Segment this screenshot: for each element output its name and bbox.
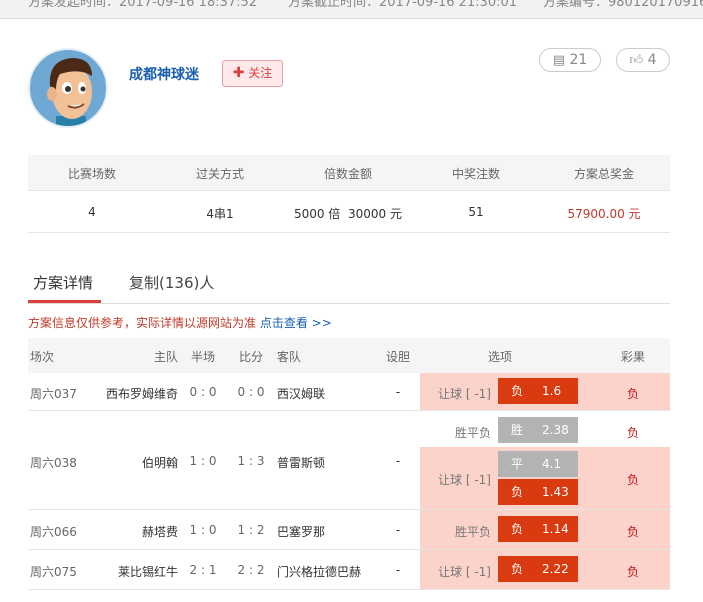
full-score: 2 : 2 xyxy=(237,563,265,577)
banker: - xyxy=(395,523,401,537)
summary-header-cell: 中奖注数 xyxy=(451,167,500,181)
half-score: 1 : 0 xyxy=(189,523,217,537)
th-half: 半场 xyxy=(190,350,215,364)
table-row: 周六075 莱比锡红牛 2 : 1 2 : 2 门兴格拉德巴赫 - 让球 [ -… xyxy=(28,550,670,590)
full-score: 1 : 3 xyxy=(237,454,265,468)
summary-row: 4 4串1 5000 倍 30000 元 51 57900.00 元 xyxy=(28,190,670,233)
notice: 方案信息仅供参考，实际详情以源网站为准 点击查看 >> xyxy=(28,314,332,331)
half-score: 1 : 0 xyxy=(189,454,217,468)
bet-type: 胜平负 xyxy=(454,426,491,440)
table-row: 周六038 伯明翰 1 : 0 1 : 3 普雷斯顿 - 胜平负 胜 2.38 负… xyxy=(28,411,670,510)
pick-badge: 负 1.14 xyxy=(498,516,578,542)
bet-type: 让球 [ -1] xyxy=(438,473,491,487)
half-score: 0 : 0 xyxy=(189,385,217,399)
match-id: 周六038 xyxy=(30,456,77,470)
away-team: 西汉姆联 xyxy=(277,387,326,401)
plan-info-bar: 方案发起时间：2017-09-16 18:37:52 方案截止时间：2017-0… xyxy=(0,0,703,19)
home-team: 西布罗姆维奇 xyxy=(105,387,178,401)
multiple-amount: 5000 倍 30000 元 xyxy=(294,207,402,221)
bet-type: 让球 [ -1] xyxy=(438,387,491,401)
notice-text: 方案信息仅供参考，实际详情以源网站为准 xyxy=(28,316,257,330)
th-home: 主队 xyxy=(153,350,178,364)
winning-bets: 51 xyxy=(468,205,484,219)
away-team: 门兴格拉德巴赫 xyxy=(277,565,362,579)
banker: - xyxy=(395,563,401,577)
bet-type: 胜平负 xyxy=(454,525,491,539)
pick-badge: 胜 2.38 xyxy=(498,417,578,443)
thumbs-up-icon: 👍︎ xyxy=(629,53,644,68)
table-row: 周六037 西布罗姆维奇 0 : 0 0 : 0 西汉姆联 - 让球 [ -1]… xyxy=(28,373,670,411)
summary-header: 比赛场数 过关方式 倍数金额 中奖注数 方案总奖金 xyxy=(28,155,670,190)
tab-divider xyxy=(28,303,670,304)
cartoon-face-icon xyxy=(47,58,92,126)
avatar[interactable] xyxy=(28,48,108,128)
start-time: 方案发起时间：2017-09-16 18:37:52 xyxy=(28,0,258,10)
match-id: 周六075 xyxy=(30,565,77,579)
pick-badge: 负 1.43 xyxy=(498,479,578,505)
bet-type: 让球 [ -1] xyxy=(438,565,491,579)
banker: - xyxy=(395,385,401,399)
follow-button[interactable]: ✚ 关注 xyxy=(222,60,283,87)
plus-icon: ✚ xyxy=(232,65,245,81)
summary-header-cell: 方案总奖金 xyxy=(573,167,634,181)
home-team: 莱比锡红牛 xyxy=(117,565,178,579)
total-prize: 57900.00 元 xyxy=(567,207,641,221)
deadline-time: 方案截止时间：2017-09-16 21:30:01 xyxy=(288,0,518,10)
home-team: 伯明翰 xyxy=(141,456,178,470)
view-source-link[interactable]: 点击查看 >> xyxy=(260,316,332,330)
full-score: 0 : 0 xyxy=(237,385,265,399)
comment-button[interactable]: ▤ 21 xyxy=(539,48,601,72)
match-id: 周六037 xyxy=(30,387,77,401)
comment-icon: ▤ xyxy=(552,53,565,68)
lottery-result: 负 xyxy=(626,565,639,579)
lottery-result: 负 xyxy=(626,426,639,440)
th-away: 客队 xyxy=(277,350,302,364)
lottery-result: 负 xyxy=(626,525,639,539)
pick-badge: 平 4.1 xyxy=(498,451,578,477)
half-score: 2 : 1 xyxy=(189,563,217,577)
away-team: 普雷斯顿 xyxy=(277,456,326,470)
summary-header-cell: 过关方式 xyxy=(195,167,244,181)
table-row: 周六066 赫塔费 1 : 0 1 : 2 巴塞罗那 - 胜平负 负 1.14 负 xyxy=(28,510,670,550)
home-team: 赫塔费 xyxy=(141,525,178,539)
summary-header-cell: 比赛场数 xyxy=(67,167,116,181)
th-score: 比分 xyxy=(238,350,263,364)
user-name[interactable]: 成都神球迷 xyxy=(129,64,199,84)
th-result: 彩果 xyxy=(620,350,645,364)
match-id: 周六066 xyxy=(30,525,77,539)
tab-plan-details[interactable]: 方案详情 xyxy=(33,272,93,293)
match-count: 4 xyxy=(88,205,96,219)
pick-badge: 负 2.22 xyxy=(498,556,578,582)
th-options: 选项 xyxy=(487,350,512,364)
pick-badge: 负 1.6 xyxy=(498,378,578,404)
lottery-result: 负 xyxy=(626,473,639,487)
plan-number: 方案编号：98012017091614 xyxy=(543,0,703,10)
pass-type: 4串1 xyxy=(206,207,234,221)
th-banker: 设胆 xyxy=(385,350,410,364)
summary-header-cell: 倍数金额 xyxy=(323,167,372,181)
active-tab-indicator xyxy=(28,300,101,303)
banker: - xyxy=(395,454,401,468)
full-score: 1 : 2 xyxy=(237,523,265,537)
tab-copies[interactable]: 复制(136)人 xyxy=(129,272,214,293)
table-header: 场次 主队 半场 比分 客队 设胆 选项 彩果 xyxy=(28,338,670,373)
lottery-result: 负 xyxy=(626,387,639,401)
like-button[interactable]: 👍︎ 4 xyxy=(616,48,670,72)
th-id: 场次 xyxy=(30,350,55,364)
away-team: 巴塞罗那 xyxy=(277,525,326,539)
